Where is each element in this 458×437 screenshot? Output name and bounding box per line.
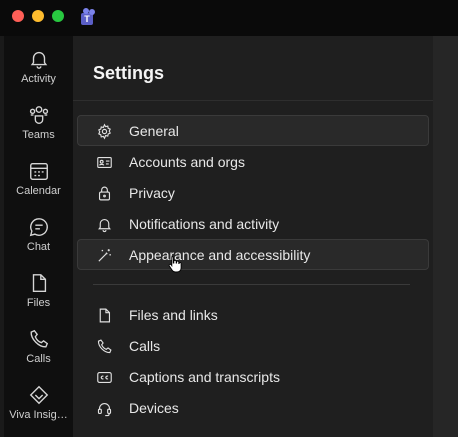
rail-item-label: Calls: [26, 353, 51, 365]
rail-item-label: Viva Insig…: [9, 409, 68, 421]
close-window-button[interactable]: [12, 10, 24, 22]
settings-item-accounts[interactable]: Accounts and orgs: [77, 146, 429, 177]
id-card-icon: [97, 156, 112, 169]
settings-item-label: Notifications and activity: [129, 216, 280, 232]
lock-icon: [98, 186, 111, 201]
rail-item-activity[interactable]: Activity: [4, 48, 73, 104]
settings-item-label: Files and links: [129, 307, 218, 323]
viva-insights-icon: [29, 385, 48, 405]
title-bar: T: [0, 0, 458, 36]
headset-icon: [97, 403, 112, 417]
chat-icon: [29, 218, 48, 237]
file-icon: [99, 308, 111, 323]
bell-icon: [30, 51, 47, 69]
header-divider: [73, 100, 433, 101]
svg-text:T: T: [84, 14, 90, 24]
app-rail: Activity Teams Calendar Chat Files Calls: [4, 36, 73, 437]
settings-item-label: Accounts and orgs: [129, 154, 245, 170]
settings-item-files-links[interactable]: Files and links: [77, 299, 429, 330]
hand-cursor-icon: [168, 256, 182, 273]
rail-item-label: Files: [26, 297, 51, 309]
file-icon: [32, 274, 46, 292]
rail-item-calls[interactable]: Calls: [4, 328, 73, 384]
bell-icon: [98, 218, 111, 233]
settings-item-notifications[interactable]: Notifications and activity: [77, 208, 429, 239]
rail-item-label: Calendar: [16, 185, 61, 197]
teams-icon: [29, 106, 48, 124]
rail-item-label: Teams: [22, 129, 55, 141]
settings-item-label: Captions and transcripts: [129, 369, 280, 385]
teams-logo-icon: T: [81, 8, 95, 25]
rail-item-label: Chat: [26, 241, 51, 253]
settings-item-label: Privacy: [129, 185, 175, 201]
gear-icon: [98, 123, 111, 140]
settings-item-general[interactable]: General: [77, 115, 429, 146]
phone-icon: [97, 339, 112, 354]
settings-item-captions[interactable]: Captions and transcripts: [77, 361, 429, 392]
settings-item-calls[interactable]: Calls: [77, 330, 429, 361]
settings-item-devices[interactable]: Devices: [77, 392, 429, 423]
phone-icon: [30, 329, 48, 348]
settings-item-privacy[interactable]: Privacy: [77, 177, 429, 208]
minimize-window-button[interactable]: [32, 10, 44, 22]
calendar-icon: [29, 162, 48, 180]
settings-item-label: Calls: [129, 338, 161, 354]
rail-item-chat[interactable]: Chat: [4, 216, 73, 272]
rail-item-label: Activity: [21, 73, 56, 85]
section-divider: [93, 284, 410, 285]
rail-item-teams[interactable]: Teams: [4, 104, 73, 160]
zoom-window-button[interactable]: [52, 10, 64, 22]
captions-icon: [97, 371, 112, 384]
settings-panel: Settings General Accounts and orgs Priva…: [73, 36, 433, 437]
settings-item-label: Devices: [129, 400, 179, 416]
settings-item-label: General: [129, 123, 179, 139]
settings-item-label: Appearance and accessibility: [129, 247, 311, 263]
content-area: [433, 36, 458, 437]
page-title: Settings: [93, 63, 165, 83]
magic-wand-icon: [98, 249, 111, 262]
rail-item-calendar[interactable]: Calendar: [4, 160, 73, 216]
rail-item-viva-insights[interactable]: Viva Insig…: [4, 384, 73, 437]
settings-item-appearance[interactable]: Appearance and accessibility: [77, 239, 429, 270]
rail-item-files[interactable]: Files: [4, 272, 73, 328]
